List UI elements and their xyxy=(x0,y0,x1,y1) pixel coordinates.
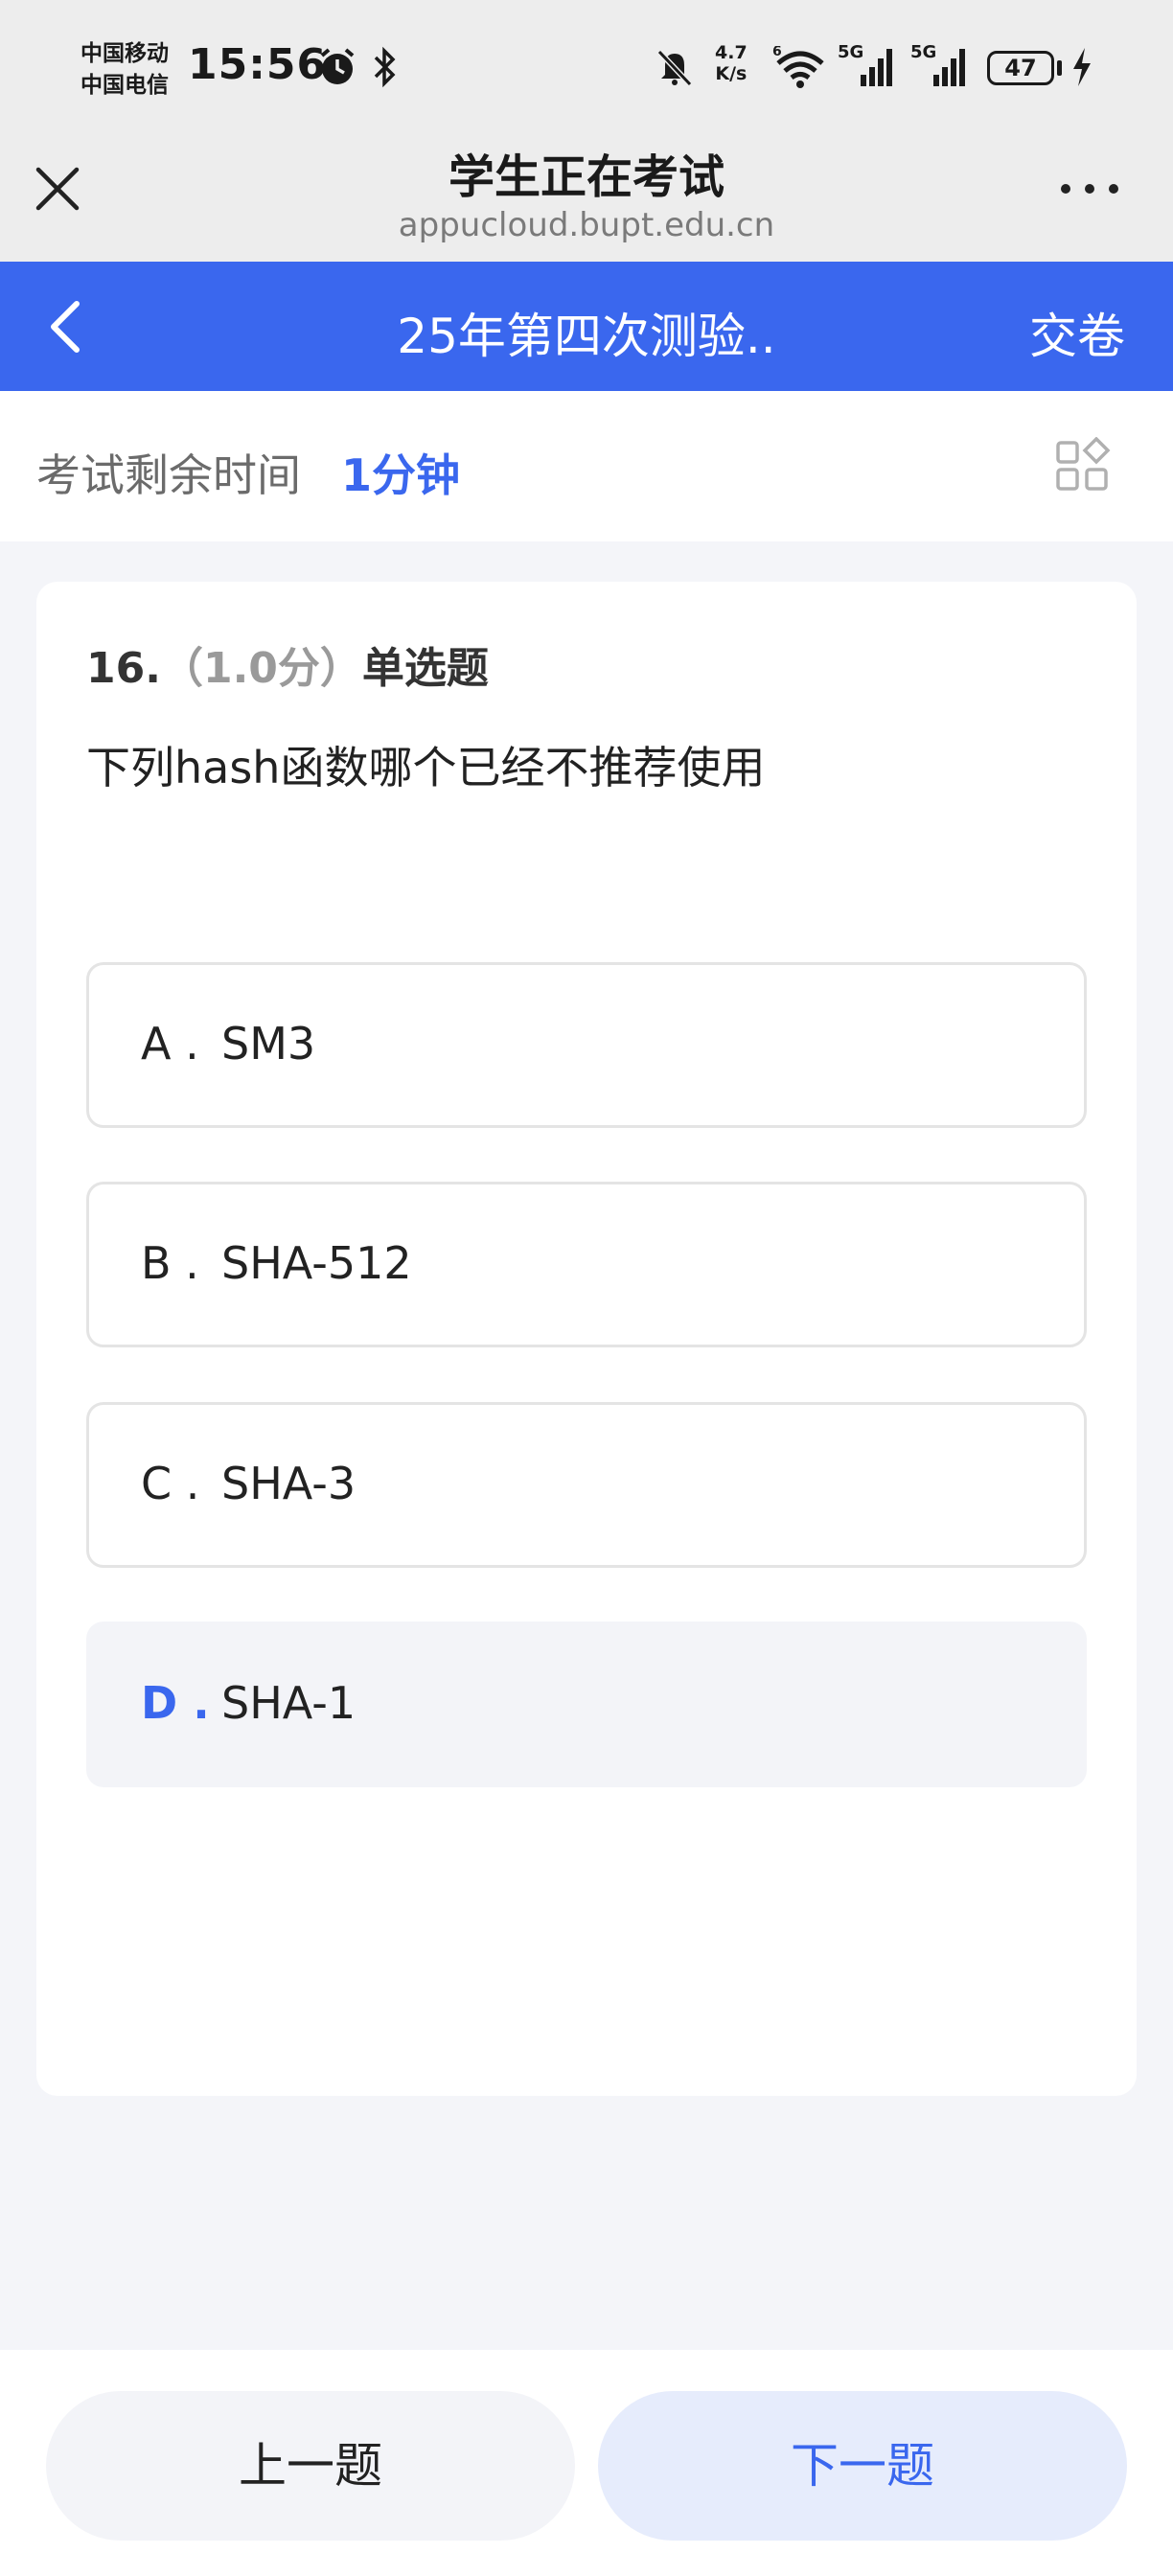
option-letter: A . xyxy=(141,1018,199,1070)
question-header: 16.（1.0分）单选题 xyxy=(86,633,489,695)
option-text: SHA-512 xyxy=(221,1237,412,1289)
option-text: SM3 xyxy=(221,1018,316,1070)
mute-icon xyxy=(656,49,693,87)
option-c[interactable]: C . SHA-3 xyxy=(86,1402,1087,1568)
carrier-1: 中国移动 xyxy=(80,41,169,66)
signal-icon xyxy=(933,49,965,86)
net-speed: 4.7 K/s xyxy=(715,42,748,84)
bottom-nav: 上一题 下一题 xyxy=(0,2350,1173,2576)
net-speed-value: 4.7 xyxy=(715,42,748,63)
option-letter: B . xyxy=(141,1237,199,1289)
charging-icon xyxy=(1073,48,1091,86)
clock: 15:56 xyxy=(188,40,328,89)
timer-label: 考试剩余时间 xyxy=(36,449,301,501)
timer-row: 考试剩余时间 1分钟 xyxy=(0,391,1173,541)
status-bar: 中国移动 中国电信 15:56 4.7 K/s 6 5G 5G 47 xyxy=(0,0,1173,139)
prev-question-button[interactable]: 上一题 xyxy=(46,2391,575,2541)
exam-page: 中国移动 中国电信 15:56 4.7 K/s 6 5G 5G 47 学生正在考… xyxy=(0,0,1173,2576)
net-speed-unit: K/s xyxy=(715,63,748,84)
battery-icon: 47 xyxy=(987,51,1054,85)
submit-exam-button[interactable]: 交卷 xyxy=(1029,298,1125,367)
carrier-info: 中国移动 中国电信 xyxy=(80,38,169,102)
bluetooth-icon xyxy=(374,46,396,88)
page-url: appucloud.bupt.edu.cn xyxy=(398,206,775,244)
more-icon[interactable] xyxy=(1056,177,1123,200)
signal-icon xyxy=(861,49,892,86)
browser-header: 学生正在考试 appucloud.bupt.edu.cn xyxy=(0,139,1173,262)
wifi-badge: 6 xyxy=(772,46,782,59)
question-type: 单选题 xyxy=(361,644,489,693)
timer-value: 1分钟 xyxy=(341,449,461,501)
option-d[interactable]: D . SHA-1 xyxy=(86,1622,1087,1787)
exam-app-bar: 25年第四次测验.. 交卷 xyxy=(0,262,1173,391)
option-letter: C . xyxy=(141,1458,200,1509)
option-b[interactable]: B . SHA-512 xyxy=(86,1182,1087,1347)
question-card: 16.（1.0分）单选题 下列hash函数哪个已经不推荐使用 A . SM3 B… xyxy=(36,582,1137,2096)
question-number: 16. xyxy=(86,644,161,693)
wifi-icon: 6 xyxy=(772,46,824,88)
alarm-icon xyxy=(320,48,355,84)
option-text: SHA-3 xyxy=(221,1458,356,1509)
option-a[interactable]: A . SM3 xyxy=(86,962,1087,1128)
carrier-2: 中国电信 xyxy=(80,73,169,98)
question-grid-icon[interactable] xyxy=(1054,437,1112,494)
battery-cap xyxy=(1057,60,1062,76)
page-title: 学生正在考试 xyxy=(448,150,724,204)
option-letter: D . xyxy=(141,1677,210,1729)
exam-title: 25年第四次测验.. xyxy=(397,309,776,364)
question-score: （1.0分） xyxy=(160,644,362,693)
option-text: SHA-1 xyxy=(221,1677,356,1729)
next-question-button[interactable]: 下一题 xyxy=(598,2391,1127,2541)
question-text: 下列hash函数哪个已经不推荐使用 xyxy=(86,742,766,794)
